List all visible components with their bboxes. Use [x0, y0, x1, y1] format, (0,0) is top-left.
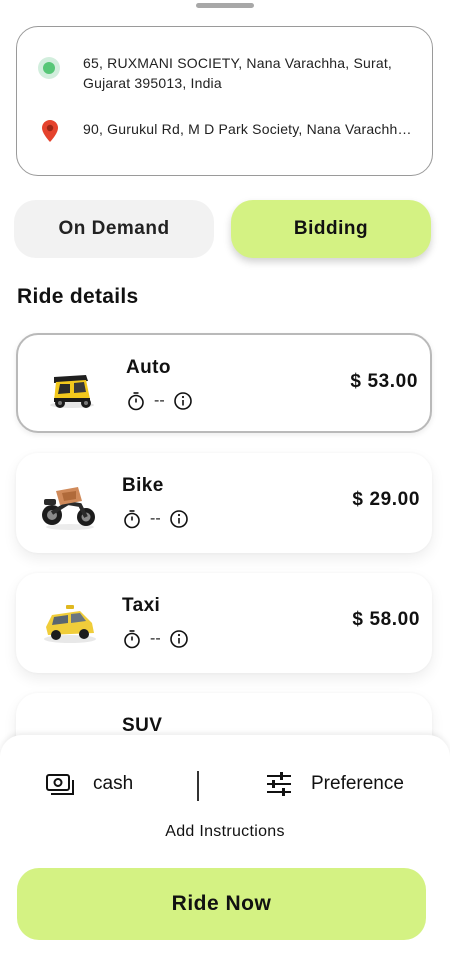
ride-mode-tabs: On Demand Bidding	[14, 200, 432, 258]
sheet-grabber[interactable]	[196, 3, 254, 8]
section-title: Ride details	[17, 285, 139, 308]
ride-name: Auto	[126, 357, 171, 378]
drop-address-row[interactable]: 90, Gurukul Rd, M D Park Society, Nana V…	[17, 119, 432, 143]
ride-name: SUV	[122, 715, 163, 736]
drop-address: 90, Gurukul Rd, M D Park Society, Nana V…	[83, 121, 419, 137]
tab-bidding[interactable]: Bidding	[231, 200, 431, 258]
cash-icon	[46, 774, 74, 795]
pickup-address: 65, RUXMANI SOCIETY, Nana Varachha, Sura…	[83, 55, 393, 91]
divider	[197, 771, 199, 801]
ride-name: Taxi	[122, 595, 161, 616]
ride-meta: --	[126, 391, 193, 411]
stopwatch-icon	[128, 392, 144, 411]
ride-option-auto[interactable]: Auto -- $ 53.00	[16, 333, 432, 433]
pickup-address-row[interactable]: 65, RUXMANI SOCIETY, Nana Varachha, Sura…	[17, 53, 432, 93]
stopwatch-icon	[124, 630, 140, 649]
payment-method-label: cash	[93, 773, 134, 794]
ride-price: $ 29.00	[352, 489, 420, 510]
info-icon[interactable]	[169, 629, 189, 649]
bottom-sheet: cash Preference Add Instructions Ride No…	[0, 735, 450, 975]
ride-price: $ 58.00	[352, 609, 420, 630]
ride-option-taxi[interactable]: Taxi -- $ 58.00	[16, 573, 432, 673]
ride-meta: --	[122, 509, 189, 529]
address-card: 65, RUXMANI SOCIETY, Nana Varachha, Sura…	[16, 26, 433, 176]
sliders-icon	[267, 772, 291, 796]
ride-eta: --	[154, 392, 165, 409]
pickup-dot-icon	[38, 57, 60, 79]
tab-on-demand[interactable]: On Demand	[14, 200, 214, 258]
preference-button[interactable]: Preference	[265, 771, 404, 797]
info-icon[interactable]	[169, 509, 189, 529]
ride-price: $ 53.00	[350, 371, 418, 392]
map-pin-icon	[42, 120, 58, 142]
auto-rickshaw-icon	[50, 375, 94, 408]
ride-meta: --	[122, 629, 189, 649]
info-icon[interactable]	[173, 391, 193, 411]
taxi-icon	[44, 605, 96, 643]
payment-method-button[interactable]: cash	[45, 771, 133, 797]
ride-eta: --	[150, 630, 161, 647]
ride-eta: --	[150, 510, 161, 527]
ride-option-bike[interactable]: Bike -- $ 29.00	[16, 453, 432, 553]
preference-label: Preference	[311, 773, 404, 794]
ride-now-button[interactable]: Ride Now	[17, 868, 426, 940]
stopwatch-icon	[124, 510, 140, 529]
add-instructions-link[interactable]: Add Instructions	[0, 823, 450, 841]
motorbike-icon	[42, 487, 95, 530]
ride-name: Bike	[122, 475, 164, 496]
